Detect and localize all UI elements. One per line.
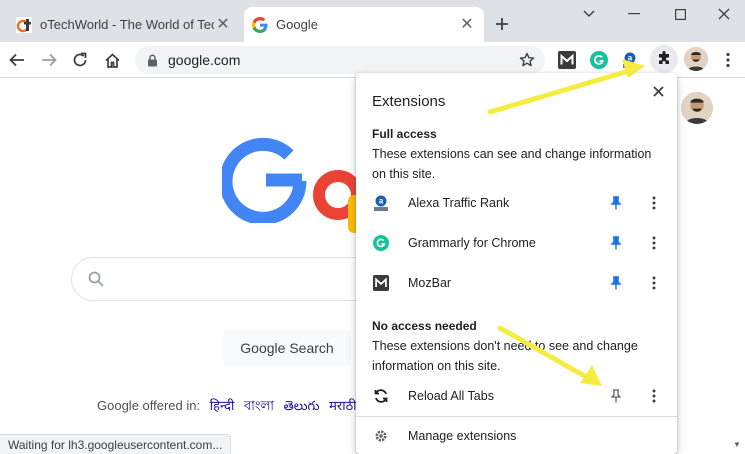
home-icon <box>104 52 120 68</box>
chrome-menu-button[interactable] <box>716 46 740 74</box>
language-link-hindi[interactable]: हिन्दी <box>210 398 235 413</box>
reload-button[interactable] <box>66 46 94 74</box>
mozbar-icon <box>372 274 390 292</box>
extension-row-reload-all-tabs[interactable]: Reload All Tabs <box>356 376 677 416</box>
otechworld-favicon-icon <box>16 16 32 33</box>
plus-icon <box>496 18 508 30</box>
reload-icon <box>372 387 390 405</box>
no-access-title: No access needed <box>372 319 477 333</box>
language-link-bengali[interactable]: বাংলা <box>244 398 274 413</box>
extension-row-mozbar[interactable]: MozBar <box>356 263 677 303</box>
language-link-marathi[interactable]: मराठी <box>329 398 356 413</box>
popup-close-button[interactable] <box>648 81 668 101</box>
more-vert-icon[interactable] <box>646 195 662 211</box>
svg-text:a: a <box>628 54 633 63</box>
pin-icon[interactable] <box>608 275 624 291</box>
tab-search-button[interactable] <box>565 0 613 28</box>
address-bar[interactable]: google.com <box>135 46 545 74</box>
popup-title: Extensions <box>372 93 446 110</box>
maximize-button[interactable] <box>656 0 704 28</box>
manage-extensions-row[interactable]: Manage extensions <box>356 417 677 454</box>
back-button[interactable] <box>3 46 31 74</box>
svg-text:a: a <box>379 197 384 206</box>
grammarly-toolbar-icon[interactable] <box>589 50 609 70</box>
close-tab-icon[interactable]: ✕ <box>214 16 232 34</box>
google-logo-letter-o <box>348 195 356 233</box>
puzzle-icon <box>659 51 669 64</box>
google-logo <box>219 133 363 243</box>
close-window-button[interactable] <box>700 0 745 28</box>
arrow-left-icon <box>9 53 24 67</box>
extension-name: Alexa Traffic Rank <box>408 196 510 210</box>
language-link-telugu[interactable]: తెలుగు <box>284 398 320 413</box>
tab-strip: oTechWorld - The World of Tech ✕ Google … <box>0 0 745 42</box>
mozbar-toolbar-icon[interactable] <box>557 50 577 70</box>
google-search-button[interactable]: Google Search <box>223 330 351 366</box>
alexa-toolbar-icon[interactable]: a <box>620 50 640 70</box>
alexa-icon: a <box>372 194 390 212</box>
forward-button[interactable] <box>35 46 63 74</box>
chevron-down-icon <box>583 10 595 17</box>
more-vert-icon <box>726 52 730 68</box>
more-vert-icon[interactable] <box>646 388 662 404</box>
full-access-description: These extensions can see and change info… <box>372 147 652 181</box>
lock-icon[interactable] <box>147 54 158 67</box>
status-bar: Waiting for lh3.googleusercontent.com... <box>0 434 232 454</box>
no-access-description: These extensions don't need to see and c… <box>372 339 638 373</box>
google-g-icon <box>252 16 268 33</box>
tab-google[interactable]: Google ✕ <box>244 7 484 42</box>
offered-in-label: Google offered in: <box>97 398 201 413</box>
extension-name: MozBar <box>408 276 452 290</box>
tab-otechworld[interactable]: oTechWorld - The World of Tech ✕ <box>8 7 240 42</box>
minimize-button[interactable] <box>610 0 658 28</box>
search-icon <box>88 271 104 287</box>
grammarly-icon <box>372 234 390 252</box>
minimize-icon <box>628 13 640 15</box>
reload-icon <box>73 52 87 67</box>
close-tab-icon[interactable]: ✕ <box>458 16 476 34</box>
extension-name: Grammarly for Chrome <box>408 236 536 250</box>
maximize-icon <box>674 8 686 20</box>
profile-avatar[interactable] <box>684 47 708 71</box>
full-access-title: Full access <box>372 127 437 141</box>
manage-extensions-label: Manage extensions <box>408 429 517 443</box>
extension-row-alexa[interactable]: a Alexa Traffic Rank <box>356 183 677 223</box>
scroll-down-arrow-icon[interactable]: ▼ <box>733 440 741 449</box>
arrow-right-icon <box>42 53 57 67</box>
bookmark-star-icon[interactable] <box>519 52 535 68</box>
more-vert-icon[interactable] <box>646 235 662 251</box>
tab-title: Google <box>276 17 318 32</box>
extensions-button[interactable] <box>650 45 678 73</box>
extensions-popup: Extensions Full access These extensions … <box>356 73 677 454</box>
close-icon <box>652 85 664 97</box>
gear-icon <box>372 427 390 445</box>
language-offer: Google offered in: हिन्दी বাংলা తెలుగు म… <box>97 396 357 418</box>
extension-name: Reload All Tabs <box>408 389 494 403</box>
pin-outline-icon[interactable] <box>608 388 624 404</box>
new-tab-button[interactable] <box>490 12 514 36</box>
url-text: google.com <box>168 52 241 68</box>
home-button[interactable] <box>98 46 126 74</box>
more-vert-icon[interactable] <box>646 275 662 291</box>
pin-icon[interactable] <box>608 195 624 211</box>
close-icon <box>718 8 730 20</box>
google-account-avatar[interactable] <box>681 92 713 124</box>
pin-icon[interactable] <box>608 235 624 251</box>
tab-title: oTechWorld - The World of Tech <box>40 17 214 32</box>
extension-row-grammarly[interactable]: Grammarly for Chrome <box>356 223 677 263</box>
